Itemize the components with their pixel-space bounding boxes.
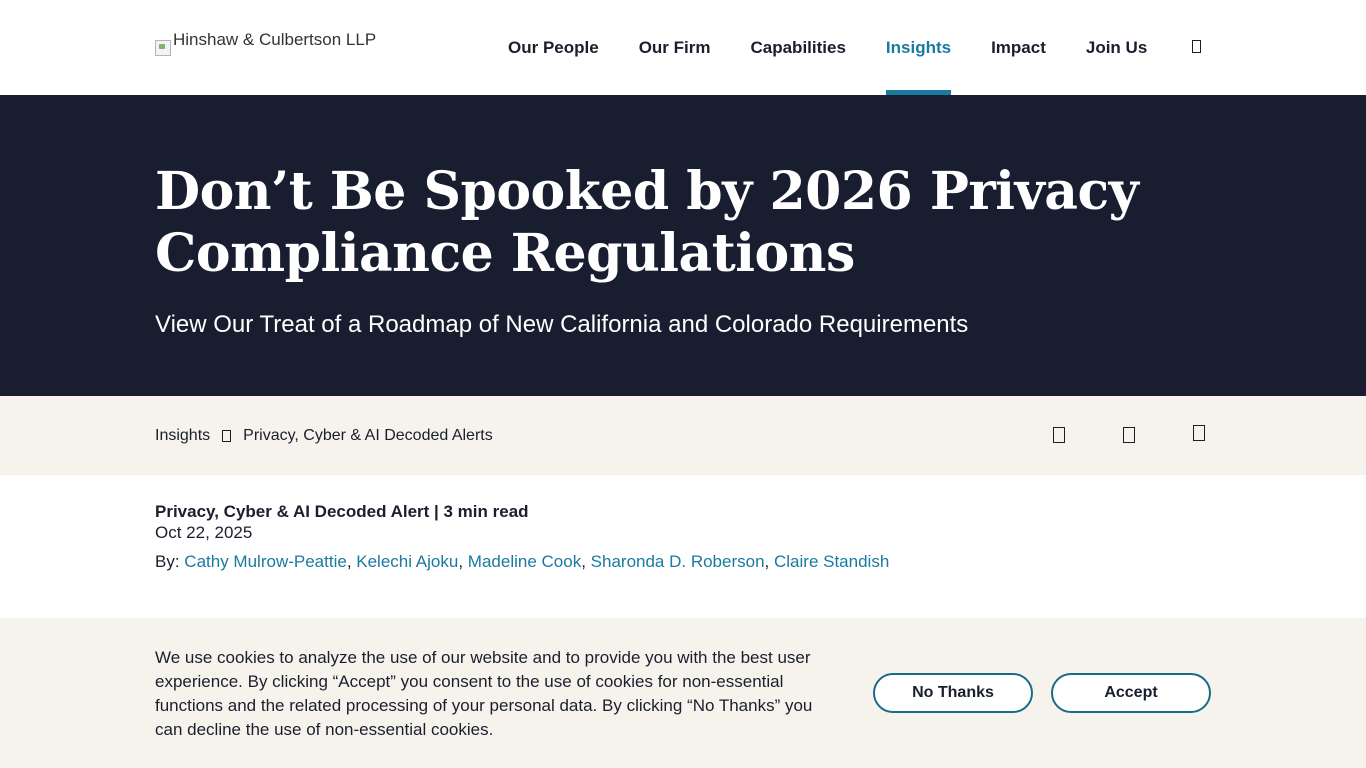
page-title: Don’t Be Spooked by 2026 Privacy Complia… xyxy=(155,161,1139,284)
by-label: By: xyxy=(155,552,180,571)
nav-our-people[interactable]: Our People xyxy=(508,0,599,95)
nav-our-firm[interactable]: Our Firm xyxy=(639,0,711,95)
broken-image-icon xyxy=(155,40,171,56)
site-header: Hinshaw & Culbertson LLP Our People Our … xyxy=(0,0,1366,95)
no-thanks-button[interactable]: No Thanks xyxy=(873,673,1033,713)
article-authors: By: Cathy Mulrow-Peattie, Kelechi Ajoku,… xyxy=(155,552,890,571)
article-meta: Privacy, Cyber & AI Decoded Alert | 3 mi… xyxy=(155,502,889,573)
hero-banner: Don’t Be Spooked by 2026 Privacy Complia… xyxy=(0,95,1366,396)
page-subtitle: View Our Treat of a Roadmap of New Calif… xyxy=(155,311,969,338)
cookie-message: We use cookies to analyze the use of our… xyxy=(155,648,813,739)
main-nav: Our People Our Firm Capabilities Insight… xyxy=(508,0,1187,95)
chevron-right-icon xyxy=(222,430,232,442)
nav-impact[interactable]: Impact xyxy=(991,0,1046,95)
author-link[interactable]: Claire Standish xyxy=(774,552,889,571)
nav-insights[interactable]: Insights xyxy=(885,0,952,95)
author-link[interactable]: Sharonda D. Roberson xyxy=(591,552,765,571)
author-link[interactable]: Kelechi Ajoku xyxy=(356,552,458,571)
search-icon[interactable] xyxy=(1192,40,1206,54)
accept-button[interactable]: Accept xyxy=(1051,673,1211,713)
author-link[interactable]: Cathy Mulrow-Peattie xyxy=(184,552,347,571)
article-date: Oct 22, 2025 xyxy=(155,523,253,542)
breadcrumb-privacy-alerts[interactable]: Privacy, Cyber & AI Decoded Alerts xyxy=(243,427,493,445)
breadcrumb-insights[interactable]: Insights xyxy=(155,427,210,445)
logo-alt-text: Hinshaw & Culbertson LLP xyxy=(173,33,377,49)
search-glyph xyxy=(1192,40,1201,53)
cookie-banner: We use cookies to analyze the use of our… xyxy=(0,618,1366,768)
author-link[interactable]: Madeline Cook xyxy=(468,552,581,571)
share-icon[interactable] xyxy=(1123,427,1135,443)
share-icon[interactable] xyxy=(1053,427,1065,443)
nav-join-us[interactable]: Join Us xyxy=(1086,0,1147,95)
share-icon[interactable] xyxy=(1193,425,1205,441)
breadcrumb-bar: Insights Privacy, Cyber & AI Decoded Ale… xyxy=(0,396,1366,475)
site-logo[interactable]: Hinshaw & Culbertson LLP xyxy=(155,33,376,57)
nav-capabilities[interactable]: Capabilities xyxy=(750,0,845,95)
article-type: Privacy, Cyber & AI Decoded Alert | 3 mi… xyxy=(155,502,529,521)
breadcrumb: Insights Privacy, Cyber & AI Decoded Ale… xyxy=(155,427,493,445)
